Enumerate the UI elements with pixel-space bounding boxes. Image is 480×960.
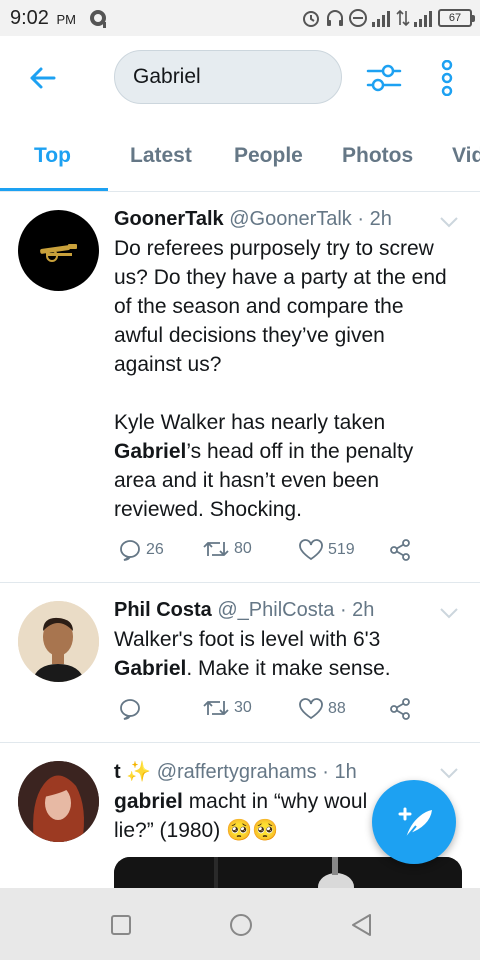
home-button[interactable] [226,910,256,940]
highlighted-term: Gabriel [114,440,187,463]
handle[interactable]: @raffertygrahams [157,761,317,783]
cannon-logo-icon [40,244,77,262]
like-count: 88 [328,700,346,717]
tweet-menu-caret[interactable] [438,605,460,621]
tweet-text: Walker's foot is level with 6'3 Gabriel.… [114,628,391,680]
data-transfer-icon [396,9,410,27]
recents-button[interactable] [106,910,136,940]
tweet-paragraph: Do referees purposely try to screw us? D… [114,237,447,376]
chevron-down-icon [440,217,458,228]
tweet-menu-caret[interactable] [438,214,460,230]
profile-photo-icon [18,761,99,842]
share-icon [390,698,410,720]
headset-icon [327,10,343,26]
timestamp: · 1h [322,761,357,783]
display-name[interactable]: Phil Costa [114,599,212,621]
retweet-count: 80 [234,540,252,557]
handle[interactable]: @_PhilCosta [217,599,334,621]
tab-people[interactable]: People [234,144,303,168]
retweet-icon [203,701,229,715]
vertical-dots-icon [441,60,453,96]
status-bar: 9:02 PM 67 [0,0,480,36]
back-button[interactable] [22,62,62,94]
signal-icon-2 [414,11,432,27]
profile-photo-icon [18,601,99,682]
tweet[interactable]: Phil Costa @_PhilCosta · 2h Walker's foo… [0,583,480,743]
status-icons: 67 [300,7,475,29]
tab-latest[interactable]: Latest [130,144,192,168]
timestamp: · 2h [357,208,392,230]
tweet-paragraph: Kyle Walker has nearly taken Gabriel’s h… [114,411,414,521]
tweet-header: t ✨ @raffertygrahams · 1h [114,759,440,784]
search-input[interactable] [133,65,323,89]
share-button[interactable] [388,538,412,562]
back-nav-button[interactable] [346,910,376,940]
circle-icon [230,914,252,936]
heart-icon [299,698,323,720]
battery-icon: 67 [438,9,475,27]
tab-photos[interactable]: Photos [342,144,413,168]
retweet-button[interactable]: 80 [202,538,252,560]
tab-top[interactable]: Top [34,144,71,168]
speech-bubble-icon [120,540,140,561]
avatar[interactable] [18,761,99,842]
tweet-text: Do referees purposely try to screw us? D… [114,234,458,524]
more-options-button[interactable] [434,56,460,100]
search-header [0,36,480,120]
notification-icon [88,8,110,35]
tweet-menu-caret[interactable] [438,765,460,781]
speech-bubble-icon [120,699,140,720]
share-icon [390,539,410,561]
like-count: 519 [328,541,355,558]
tweet[interactable]: GoonerTalk @GoonerTalk · 2h Do referees … [0,192,480,583]
tweet-header: GoonerTalk @GoonerTalk · 2h [114,208,440,231]
tweet-actions: 30 88 [118,697,418,727]
tweet-header: Phil Costa @_PhilCosta · 2h [114,599,440,622]
alarm-icon [303,11,319,27]
retweet-button[interactable]: 30 [202,697,252,719]
timestamp: · 2h [339,599,375,621]
reply-button[interactable]: 26 [118,538,164,562]
like-button[interactable]: 519 [298,538,355,562]
search-box[interactable] [114,50,342,104]
tweet-actions: 26 80 519 [118,538,418,568]
reply-button[interactable] [118,697,142,721]
triangle-back-icon [352,914,371,936]
status-time: 9:02 PM [10,7,76,29]
retweet-count: 30 [234,699,252,716]
chevron-down-icon [440,768,458,779]
display-name[interactable]: GoonerTalk [114,208,224,230]
dnd-icon [349,9,367,27]
highlighted-term: Gabriel [114,657,187,680]
sliders-icon [366,64,402,92]
search-tabs: Top Latest People Photos Vid [0,120,480,192]
heart-icon [299,539,323,561]
signal-icon [372,11,390,27]
handle[interactable]: @GoonerTalk [229,208,352,230]
like-button[interactable]: 88 [298,697,346,721]
avatar[interactable] [18,210,99,291]
search-filter-button[interactable] [364,58,404,98]
avatar[interactable] [18,601,99,682]
highlighted-term: gabriel [114,790,183,813]
tab-videos[interactable]: Vid [452,144,480,168]
reply-count: 26 [146,541,164,558]
share-button[interactable] [388,697,412,721]
square-icon [111,915,131,935]
system-nav-bar [0,888,480,960]
display-name[interactable]: t ✨ [114,761,151,783]
retweet-icon [203,542,229,556]
chevron-down-icon [440,608,458,619]
compose-tweet-button[interactable] [372,780,456,864]
feather-plus-icon [398,807,432,839]
arrow-left-icon [30,67,56,89]
